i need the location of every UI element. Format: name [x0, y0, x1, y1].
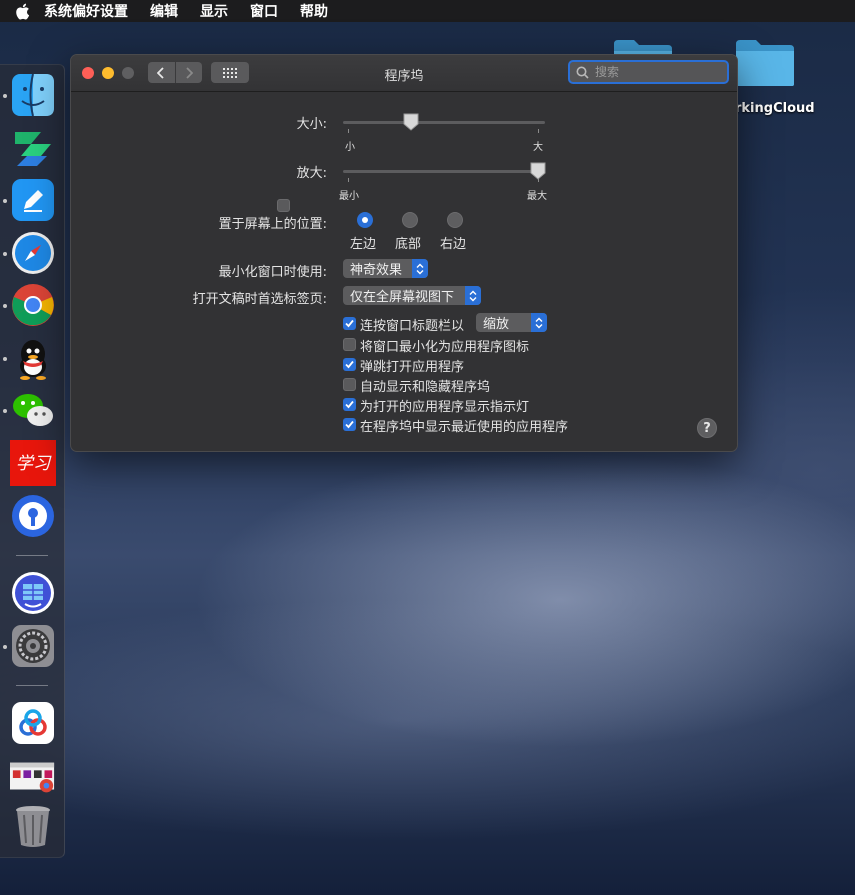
search-field[interactable]: [568, 60, 729, 84]
position-bottom-radio[interactable]: [402, 212, 418, 228]
apple-icon[interactable]: [0, 3, 44, 20]
slider-tick: [538, 129, 539, 133]
app-store-folder-icon[interactable]: [10, 570, 56, 616]
minimize-to-icon-checkbox[interactable]: [343, 338, 356, 351]
prefer-tabs-label: 打开文稿时首选标签页:: [192, 292, 327, 307]
trash-icon[interactable]: [10, 803, 56, 849]
chrome-window-icon[interactable]: [10, 755, 56, 801]
checkmark-icon: [345, 400, 354, 409]
size-max-label: 大: [533, 142, 543, 153]
running-indicator: [3, 357, 7, 361]
menu-system-preferences[interactable]: 系统偏好设置: [44, 1, 128, 21]
checkmark-icon: [345, 360, 354, 369]
slider-tick: [348, 129, 349, 133]
menu-edit[interactable]: 编辑: [150, 1, 178, 21]
position-left-label[interactable]: 左边: [350, 233, 376, 252]
svg-text:学习: 学习: [16, 454, 52, 474]
dock-separator: [16, 685, 48, 686]
desktop-folder-icon[interactable]: [734, 38, 796, 88]
running-indicator: [3, 645, 7, 649]
title-bar[interactable]: 程序坞: [71, 55, 737, 92]
chrome-icon[interactable]: [10, 282, 56, 328]
magnify-label: 放大:: [296, 166, 327, 181]
position-label: 置于屏幕上的位置:: [218, 217, 327, 232]
app-green-icon[interactable]: [10, 125, 56, 171]
double-click-checkbox[interactable]: [343, 317, 356, 330]
desktop-folder-label[interactable]: rkingCloud: [735, 101, 815, 116]
running-indicator: [3, 94, 7, 98]
dock-preferences-window: 程序坞 大小: 小 大 放大: 最小 最大 置于屏幕上的位置: 左边 底部 右边…: [70, 54, 738, 452]
running-indicator: [3, 409, 7, 413]
preferences-content: 大小: 小 大 放大: 最小 最大 置于屏幕上的位置: 左边 底部 右边 最小化…: [71, 92, 737, 450]
minimize-effect-popup[interactable]: 神奇效果: [343, 259, 428, 278]
minimize-effect-value: 神奇效果: [350, 263, 403, 278]
position-left-radio[interactable]: [357, 212, 373, 228]
position-right-label[interactable]: 右边: [440, 233, 466, 252]
finder-icon[interactable]: [10, 72, 56, 118]
popup-arrows-icon: [465, 286, 481, 305]
magnify-slider-thumb[interactable]: [530, 162, 546, 180]
notes-icon[interactable]: [10, 177, 56, 223]
search-icon: [576, 66, 589, 79]
minimize-effect-label: 最小化窗口时使用:: [218, 265, 327, 280]
prefer-tabs-value: 仅在全屏幕视图下: [350, 290, 455, 305]
double-click-popup[interactable]: 缩放: [476, 313, 547, 332]
size-slider-thumb[interactable]: [403, 113, 419, 131]
slider-tick: [348, 178, 349, 182]
system-preferences-icon[interactable]: [10, 623, 56, 669]
double-click-label[interactable]: 连按窗口标题栏以: [360, 315, 464, 334]
baidu-netdisk-icon[interactable]: [10, 700, 56, 746]
menu-view[interactable]: 显示: [200, 1, 228, 21]
show-indicators-label[interactable]: 为打开的应用程序显示指示灯: [360, 396, 529, 415]
size-slider[interactable]: [343, 121, 545, 124]
wechat-icon[interactable]: [10, 387, 56, 433]
search-input[interactable]: [593, 64, 717, 80]
menu-help[interactable]: 帮助: [300, 1, 328, 21]
popup-arrows-icon: [531, 313, 547, 332]
menu-bar: 系统偏好设置 编辑 显示 窗口 帮助: [0, 0, 855, 22]
checkmark-icon: [345, 319, 354, 328]
show-recent-apps-label[interactable]: 在程序坞中显示最近使用的应用程序: [360, 416, 568, 435]
magnify-max-label: 最大: [527, 191, 547, 202]
size-min-label: 小: [345, 142, 355, 153]
running-indicator: [3, 199, 7, 203]
checkmark-icon: [345, 420, 354, 429]
magnify-slider[interactable]: [343, 170, 545, 173]
minimize-to-icon-label[interactable]: 将窗口最小化为应用程序图标: [360, 336, 529, 355]
magnify-checkbox[interactable]: [277, 199, 290, 212]
qq-icon[interactable]: [10, 335, 56, 381]
magnify-min-label: 最小: [339, 191, 359, 202]
dock: 学习: [0, 64, 65, 858]
running-indicator: [3, 304, 7, 308]
xuexi-icon[interactable]: 学习: [10, 440, 56, 486]
position-bottom-label[interactable]: 底部: [395, 233, 421, 252]
position-right-radio[interactable]: [447, 212, 463, 228]
show-recent-apps-checkbox[interactable]: [343, 418, 356, 431]
safari-icon[interactable]: [10, 230, 56, 276]
autohide-dock-checkbox[interactable]: [343, 378, 356, 391]
help-button[interactable]: ?: [697, 418, 717, 438]
popup-arrows-icon: [412, 259, 428, 278]
double-click-value: 缩放: [483, 317, 510, 332]
app-blue-key-icon[interactable]: [10, 493, 56, 539]
prefer-tabs-popup[interactable]: 仅在全屏幕视图下: [343, 286, 481, 305]
animate-opening-checkbox[interactable]: [343, 358, 356, 371]
dock-separator: [16, 555, 48, 556]
animate-opening-label[interactable]: 弹跳打开应用程序: [360, 356, 464, 375]
show-indicators-checkbox[interactable]: [343, 398, 356, 411]
size-label: 大小:: [296, 117, 327, 132]
autohide-dock-label[interactable]: 自动显示和隐藏程序坞: [360, 376, 490, 395]
menu-window[interactable]: 窗口: [250, 1, 278, 21]
running-indicator: [3, 252, 7, 256]
